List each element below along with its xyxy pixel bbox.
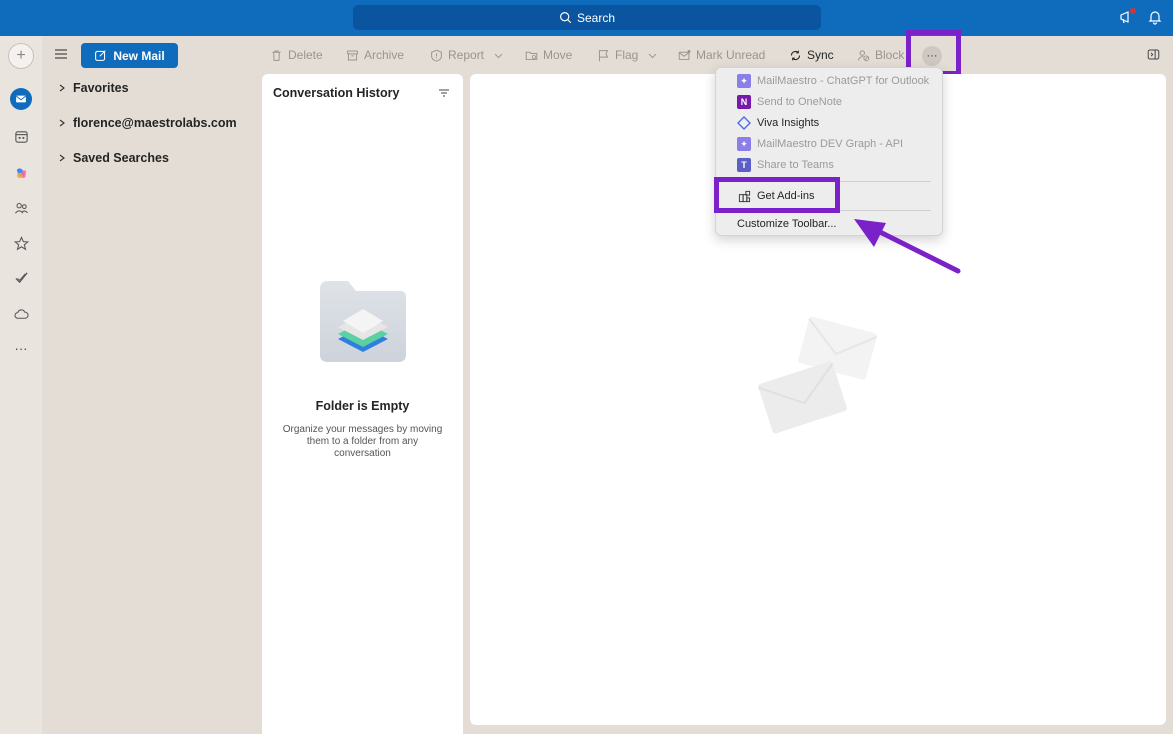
menu-item-customize-toolbar[interactable]: Customize Toolbar... [737, 218, 836, 230]
delete-label: Delete [288, 48, 323, 62]
trash-icon [272, 50, 281, 61]
menu-item-label: Send to OneNote [757, 96, 843, 108]
archive-icon [347, 50, 358, 60]
calendar-icon[interactable] [11, 126, 31, 146]
flag-icon [598, 49, 609, 61]
compose-icon [95, 50, 107, 61]
annotation-arrow [854, 219, 961, 274]
report-label: Report [448, 48, 485, 62]
message-list-pane: Conversation History Folder is Empty Org… [262, 74, 463, 734]
highlight-get-addins [714, 177, 840, 213]
archive-button[interactable]: Archive [346, 48, 404, 62]
chevron-right-icon [59, 119, 65, 127]
mark-unread-label: Mark Unread [696, 48, 766, 62]
viva-insights-icon [737, 116, 751, 130]
folder-label: Favorites [73, 81, 129, 95]
flag-button[interactable]: Flag [597, 48, 658, 62]
toggle-panel-button[interactable] [1147, 48, 1160, 64]
chevron-right-icon [59, 84, 65, 92]
menu-item-label: Share to Teams [757, 159, 834, 171]
sync-icon [790, 50, 801, 60]
search-label: Search [576, 10, 616, 25]
sync-button[interactable]: Sync [789, 48, 834, 62]
bell-icon[interactable] [1147, 9, 1163, 25]
empty-state-description: Organize your messages by moving them to… [282, 424, 443, 459]
mailmaestro-icon: ✦ [737, 137, 751, 151]
menu-item-mailmaestro[interactable]: ✦ MailMaestro - ChatGPT for Outlook [737, 74, 929, 88]
teams-icon: T [737, 158, 751, 172]
menu-item-viva-insights[interactable]: Viva Insights [737, 116, 819, 130]
favorites-icon[interactable] [11, 233, 31, 253]
flag-label: Flag [615, 48, 639, 62]
report-button[interactable]: Report [430, 48, 504, 62]
folder-saved-searches[interactable]: Saved Searches [58, 151, 169, 165]
menu-item-label: Customize Toolbar... [737, 218, 837, 230]
title-bar: Search [0, 0, 1173, 36]
envelopes-illustration [758, 316, 878, 434]
app-rail: + ··· [0, 36, 42, 734]
copilot-icon[interactable] [11, 163, 31, 183]
block-button[interactable]: Block [857, 48, 904, 62]
mark-unread-icon [678, 49, 691, 60]
compose-icon[interactable]: + [8, 43, 34, 69]
todo-icon[interactable] [11, 267, 31, 287]
list-title: Conversation History [273, 86, 400, 100]
chevron-right-icon [59, 154, 65, 162]
report-icon [431, 49, 442, 62]
mailmaestro-icon: ✦ [737, 74, 751, 88]
block-label: Block [875, 48, 905, 62]
onenote-icon: N [737, 95, 751, 109]
search-icon [560, 12, 572, 24]
chevron-down-icon [649, 53, 657, 58]
empty-folder-illustration [320, 281, 406, 362]
mark-unread-button[interactable]: Mark Unread [678, 48, 765, 62]
folder-label: Saved Searches [73, 151, 169, 165]
chevron-down-icon [494, 53, 503, 58]
panel-icon [1147, 49, 1160, 60]
archive-label: Archive [364, 48, 405, 62]
command-toolbar: New Mail Delete Archive Report Move Flag… [42, 36, 1173, 74]
folder-pane: Favorites florence@maestrolabs.com Saved… [42, 74, 260, 734]
folder-favorites[interactable]: Favorites [58, 81, 129, 95]
move-folder-icon [525, 51, 538, 60]
block-user-icon [857, 49, 870, 61]
move-button[interactable]: Move [525, 48, 572, 62]
menu-item-onenote[interactable]: N Send to OneNote [737, 95, 842, 109]
cloud-icon[interactable] [11, 304, 31, 324]
menu-item-mailmaestro-dev[interactable]: ✦ MailMaestro DEV Graph - API [737, 137, 903, 151]
new-mail-button[interactable]: New Mail [81, 43, 178, 68]
folder-account[interactable]: florence@maestrolabs.com [58, 116, 237, 130]
delete-button[interactable]: Delete [270, 48, 323, 62]
empty-state-title: Folder is Empty [315, 399, 410, 413]
mail-icon[interactable] [10, 88, 32, 110]
people-icon[interactable] [11, 198, 31, 218]
menu-item-share-teams[interactable]: T Share to Teams [737, 158, 834, 172]
menu-item-label: MailMaestro DEV Graph - API [757, 138, 904, 150]
move-label: Move [543, 48, 573, 62]
new-mail-label: New Mail [113, 48, 165, 63]
more-apps-icon[interactable]: ··· [11, 338, 31, 358]
menu-item-label: MailMaestro - ChatGPT for Outlook [757, 75, 930, 87]
search-box[interactable]: Search [353, 5, 821, 30]
sync-label: Sync [807, 48, 834, 62]
megaphone-icon[interactable] [1119, 8, 1136, 25]
notification-dot [1130, 8, 1136, 14]
filter-icon[interactable] [438, 87, 450, 99]
folder-label: florence@maestrolabs.com [73, 116, 237, 130]
hamburger-icon[interactable] [54, 47, 68, 61]
menu-item-label: Viva Insights [757, 117, 820, 129]
